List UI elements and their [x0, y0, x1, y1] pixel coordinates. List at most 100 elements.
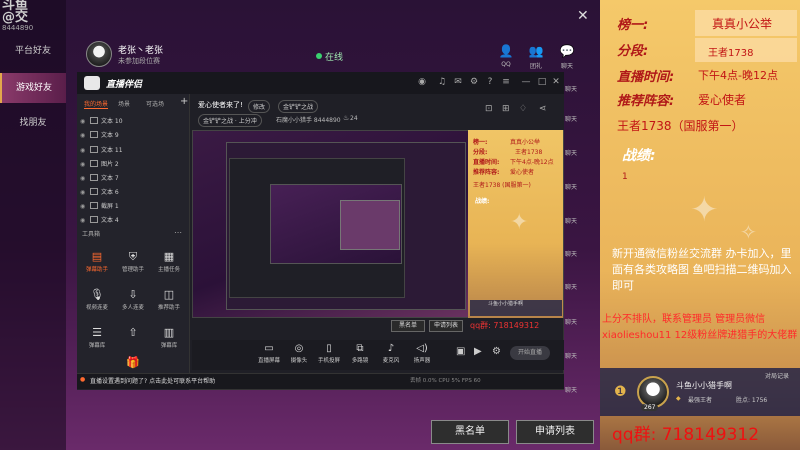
minimize-icon[interactable]: —: [520, 77, 532, 87]
add-scene-icon[interactable]: +: [180, 96, 188, 107]
eye-icon[interactable]: ◉: [80, 130, 90, 142]
stream-button-icon[interactable]: ▶: [474, 346, 482, 357]
checkbox[interactable]: [90, 160, 98, 167]
bell-icon[interactable]: ♢: [519, 104, 527, 114]
layer-row[interactable]: ◉ 文本 4: [80, 215, 187, 227]
layer-row[interactable]: ◉ 文本 11: [80, 145, 187, 157]
multi-link-button[interactable]: ⇩ 多人连麦: [116, 288, 150, 318]
phone-cast-button[interactable]: ▯ 手机投屏: [314, 343, 344, 364]
download-icon: ⇩: [128, 288, 138, 301]
upload-button[interactable]: ⇧: [116, 326, 150, 356]
apply-list-button[interactable]: 申请列表: [516, 420, 594, 444]
blacklist-button[interactable]: 黑名单: [431, 420, 509, 444]
user-avatar-icon[interactable]: ◉: [416, 77, 428, 87]
headset-icon[interactable]: ♫: [436, 77, 448, 87]
checkbox[interactable]: [90, 117, 98, 124]
layer-label: 图片 2: [101, 161, 119, 168]
mini-rec-label: 推荐阵容:: [473, 169, 500, 176]
window-icon: ⧉: [356, 343, 364, 354]
gear-icon[interactable]: ⚙: [492, 346, 501, 357]
screen-capture-button[interactable]: ▭ 直播屏幕: [254, 343, 284, 364]
sidebar-item-platform-friends[interactable]: 平台好友: [0, 36, 66, 66]
close-icon[interactable]: ✕: [550, 77, 562, 87]
checkbox[interactable]: [90, 216, 98, 223]
upload-icon: ⇧: [128, 326, 138, 339]
mini-rank-line: 王者1738 (国服第一): [473, 182, 531, 189]
mini-battle-label: 战绩:: [475, 198, 490, 205]
menu-icon[interactable]: ≡: [500, 77, 512, 87]
tab-my-scenes[interactable]: 我的场景: [84, 99, 109, 109]
sidebar-item-game-friends[interactable]: 游戏好友: [0, 73, 66, 103]
eye-icon[interactable]: ◉: [80, 173, 90, 185]
danmaku-helper-button[interactable]: ▤ 弹幕助手: [80, 250, 114, 280]
speaker-button[interactable]: ◁) 扬声器: [407, 343, 437, 364]
game-chip[interactable]: 金铲铲之战: [278, 100, 319, 113]
category-chip[interactable]: 金铲铲之战 · 上分冲: [198, 114, 262, 127]
speaker-icon: ◁): [416, 343, 428, 354]
mail-icon[interactable]: ✉: [452, 77, 464, 87]
tool-label-chat: 聊天: [560, 63, 573, 70]
microphone-button[interactable]: ♪ 麦克风: [376, 343, 406, 364]
tab-optional-scenes[interactable]: 可选场: [146, 99, 164, 108]
eye-icon[interactable]: ◉: [80, 187, 90, 199]
streamer-task-button[interactable]: ▦ 主播任务: [152, 250, 186, 280]
room-info: 石魔小小猎手 8444890: [276, 117, 341, 124]
blacklist-button-preview: 黑名单: [391, 320, 425, 332]
gift-button[interactable]: 🎁: [116, 356, 150, 372]
camera-button[interactable]: ◎ 摄像头: [284, 343, 314, 364]
edit-chip[interactable]: 修改: [248, 100, 271, 113]
viewer-count: 24: [350, 115, 358, 122]
checkbox[interactable]: [90, 188, 98, 195]
record-icon[interactable]: ⊞: [502, 104, 510, 114]
layer-row[interactable]: ◉ 文本 6: [80, 187, 187, 199]
share-icon[interactable]: ⋖: [539, 104, 547, 114]
lock-icon[interactable]: ⊡: [485, 104, 493, 114]
tab-scenes[interactable]: 场景: [118, 99, 130, 108]
gift-icon: 🎁: [126, 356, 140, 369]
gear-icon[interactable]: ⚙: [468, 77, 480, 87]
close-icon[interactable]: ✕: [577, 8, 589, 24]
checkbox[interactable]: [90, 202, 98, 209]
layer-label: 文本 11: [101, 147, 123, 154]
notice-text: 新开通微信粉丝交流群 办卡加入，里面有各类攻略图 鱼吧扫描二维码加入即可: [612, 247, 792, 292]
eye-icon[interactable]: ◉: [80, 159, 90, 171]
match-record: 对局记录: [765, 373, 790, 380]
mic-icon: ♪: [387, 343, 395, 354]
eye-icon[interactable]: ◉: [80, 145, 90, 157]
avatar[interactable]: [86, 41, 112, 67]
checkbox[interactable]: [90, 146, 98, 153]
layer-row[interactable]: ◉ 文本 9: [80, 130, 187, 142]
more-icon[interactable]: ⋯: [174, 228, 182, 237]
chat-icon[interactable]: 💬: [558, 44, 576, 60]
layer-row[interactable]: ◉ 截屏 1: [80, 201, 187, 213]
checkbox[interactable]: [90, 131, 98, 138]
layer-label: 文本 4: [101, 217, 119, 224]
layer-row[interactable]: ◉ 文本 10: [80, 116, 187, 128]
eye-icon[interactable]: ◉: [80, 201, 90, 213]
rank-label: 榜一:: [617, 18, 649, 33]
danmaku-lib-button[interactable]: ☰ 弹幕库: [80, 326, 114, 356]
status-message[interactable]: 直播设置遇到问题了? 点击此处可联系平台帮助: [90, 376, 215, 385]
toolbox-title: 工具箱: [82, 231, 101, 238]
sidebar-item-find-friends[interactable]: 找朋友: [0, 108, 66, 138]
layer-row[interactable]: ◉ 文本 7: [80, 173, 187, 185]
start-live-button[interactable]: 开始直播: [510, 346, 550, 360]
layer-row[interactable]: ◉ 图片 2: [80, 159, 187, 171]
profile-subtitle: 未参加段位赛: [118, 57, 160, 65]
record-button-icon[interactable]: ▣: [456, 346, 465, 357]
video-link-button[interactable]: 🎙 视频连麦: [80, 288, 114, 318]
recommend-helper-button[interactable]: ◫ 推荐助手: [152, 288, 186, 318]
manage-helper-button[interactable]: ⛨ 管理助手: [116, 250, 150, 280]
person-icon[interactable]: 👤: [497, 44, 515, 60]
danmaku-lib-button-2[interactable]: ▥ 弹幕库: [152, 326, 186, 356]
online-status-icon: [316, 53, 322, 59]
eye-icon[interactable]: ◉: [80, 215, 90, 227]
multi-window-button[interactable]: ⧉ 多路镜: [345, 343, 375, 364]
checkbox[interactable]: [90, 174, 98, 181]
maximize-icon[interactable]: □: [536, 77, 548, 87]
rules-text: 上分不排队，联系管理员 管理员微信xiaolieshou11 12级粉丝牌进猎手…: [602, 314, 798, 341]
people-icon[interactable]: 👥: [527, 44, 545, 60]
eye-icon[interactable]: ◉: [80, 116, 90, 128]
phone-icon: ▯: [326, 343, 332, 354]
help-icon[interactable]: ?: [484, 77, 496, 87]
